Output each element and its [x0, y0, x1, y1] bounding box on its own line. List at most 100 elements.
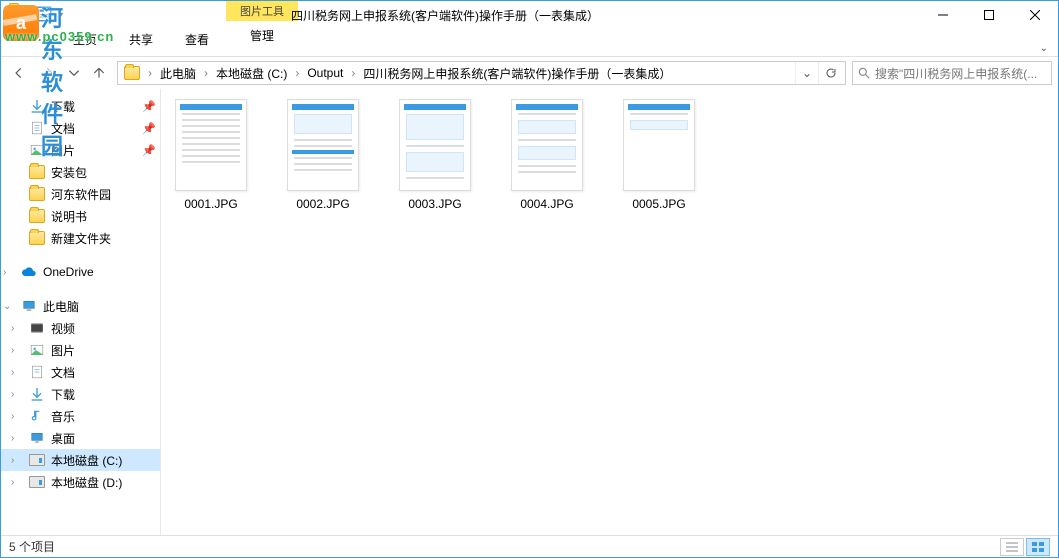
sidebar-item-label: 图片 — [51, 342, 75, 359]
expand-icon[interactable]: › — [11, 455, 14, 466]
download-icon — [29, 386, 45, 402]
expand-icon[interactable]: ⌄ — [3, 301, 11, 312]
sidebar-item-label: 音乐 — [51, 408, 75, 425]
sidebar-item-documents[interactable]: 文档 📌 — [1, 117, 160, 139]
sidebar-item-label: 文档 — [51, 120, 75, 137]
sidebar-item-videos[interactable]: › 视频 — [1, 317, 160, 339]
sidebar-item-label: 视频 — [51, 320, 75, 337]
sidebar-item-newfolder[interactable]: 新建文件夹 — [1, 227, 160, 249]
minimize-button[interactable] — [920, 1, 966, 29]
breadcrumb-output[interactable]: Output — [303, 62, 347, 84]
file-thumbnail — [623, 99, 695, 191]
file-thumbnail — [511, 99, 583, 191]
file-item[interactable]: 0003.JPG — [389, 99, 481, 211]
expand-icon[interactable]: › — [11, 411, 14, 422]
search-icon — [857, 66, 871, 80]
file-label: 0003.JPG — [408, 197, 461, 211]
nav-forward-button[interactable] — [37, 61, 61, 85]
sidebar-item-label: 河东软件园 — [51, 186, 111, 203]
navigation-pane[interactable]: 下载📌 文档 📌 图片 📌 安装包 河东软件园 说明书 新建文件夹 ›OneDriv… — [1, 89, 161, 535]
search-placeholder: 搜索"四川税务网上申报系统(... — [875, 65, 1037, 82]
maximize-button[interactable] — [966, 1, 1012, 29]
address-dropdown-icon[interactable]: ⌄ — [795, 62, 818, 84]
sidebar-item-documents2[interactable]: › 文档 — [1, 361, 160, 383]
sidebar-item-drive-d[interactable]: ›本地磁盘 (D:) — [1, 471, 160, 493]
sidebar-item-thispc[interactable]: ⌄此电脑 — [1, 295, 160, 317]
sidebar-item-pictures2[interactable]: › 图片 — [1, 339, 160, 361]
sidebar-item-music[interactable]: › 音乐 — [1, 405, 160, 427]
expand-icon[interactable]: › — [11, 477, 14, 488]
expand-icon[interactable]: › — [11, 345, 14, 356]
view-large-icons-button[interactable] — [1026, 538, 1050, 556]
file-item[interactable]: 0004.JPG — [501, 99, 593, 211]
sidebar-item-drive-c[interactable]: › 本地磁盘 (C:) — [1, 449, 160, 471]
file-item[interactable]: 0002.JPG — [277, 99, 369, 211]
sidebar-item-label: 本地磁盘 (C:) — [51, 452, 122, 469]
music-icon — [29, 408, 45, 424]
sidebar-item-pictures[interactable]: 图片 📌 — [1, 139, 160, 161]
pc-icon — [21, 298, 37, 314]
sidebar-item-label: 文档 — [51, 364, 75, 381]
download-icon — [29, 98, 45, 114]
folder-icon — [29, 186, 45, 202]
ribbon-expand-icon[interactable]: ⌄ — [1040, 43, 1048, 54]
tab-share[interactable]: 共享 — [119, 27, 163, 52]
properties-icon[interactable] — [35, 5, 53, 23]
nav-up-button[interactable] — [87, 61, 111, 85]
expand-icon[interactable]: › — [3, 267, 6, 278]
sidebar-item-hedong[interactable]: 河东软件园 — [1, 183, 160, 205]
ribbon-context-tab[interactable]: 图片工具 管理 — [226, 1, 298, 48]
tab-home[interactable]: 主页 — [63, 27, 107, 52]
breadcrumb: › 此电脑 › 本地磁盘 (C:) › Output › 四川税务网上申报系统(… — [144, 62, 675, 84]
address-bar[interactable]: › 此电脑 › 本地磁盘 (C:) › Output › 四川税务网上申报系统(… — [117, 61, 846, 85]
breadcrumb-drive[interactable]: 本地磁盘 (C:) — [212, 62, 291, 84]
sidebar-item-manual[interactable]: 说明书 — [1, 205, 160, 227]
explorer-icon[interactable] — [7, 5, 29, 23]
videos-icon — [29, 320, 45, 336]
file-label: 0002.JPG — [296, 197, 349, 211]
quick-access-toolbar: ▾ — [1, 1, 63, 23]
nav-recent-dropdown[interactable] — [67, 61, 81, 85]
pictures-icon — [29, 342, 45, 358]
search-input[interactable]: 搜索"四川税务网上申报系统(... — [852, 61, 1052, 85]
folder-icon — [29, 164, 45, 180]
breadcrumb-sep-icon[interactable]: › — [291, 62, 303, 84]
view-details-button[interactable] — [1000, 538, 1024, 556]
file-thumbnail — [175, 99, 247, 191]
expand-icon[interactable]: › — [11, 323, 14, 334]
breadcrumb-sep-icon[interactable]: › — [200, 62, 212, 84]
file-item[interactable]: 0001.JPG — [165, 99, 257, 211]
sidebar-item-downloads[interactable]: 下载📌 — [1, 95, 160, 117]
expand-icon[interactable]: › — [11, 389, 14, 400]
refresh-icon[interactable] — [818, 62, 843, 84]
window-controls — [920, 1, 1058, 29]
drive-icon — [29, 452, 45, 468]
breadcrumb-sep-icon[interactable]: › — [347, 62, 359, 84]
context-tab-label[interactable]: 管理 — [226, 21, 298, 48]
sidebar-item-install-pkg[interactable]: 安装包 — [1, 161, 160, 183]
breadcrumb-sep-icon[interactable]: › — [144, 62, 156, 84]
sidebar-item-onedrive[interactable]: ›OneDrive — [1, 261, 160, 283]
file-thumbnail — [287, 99, 359, 191]
close-button[interactable] — [1012, 1, 1058, 29]
breadcrumb-folder[interactable]: 四川税务网上申报系统(客户端软件)操作手册（一表集成） — [359, 62, 675, 84]
sidebar-item-label: 桌面 — [51, 430, 75, 447]
pin-icon: 📌 — [142, 144, 156, 157]
sidebar-item-downloads2[interactable]: ›下载 — [1, 383, 160, 405]
file-item[interactable]: 0005.JPG — [613, 99, 705, 211]
pin-icon: 📌 — [142, 122, 156, 135]
status-bar: 5 个项目 — [1, 535, 1058, 557]
breadcrumb-thispc[interactable]: 此电脑 — [156, 62, 200, 84]
qat-dropdown-icon[interactable]: ▾ — [59, 10, 63, 19]
file-list[interactable]: 0001.JPG 0002.JPG 0003.JPG 0004.JPG 0005… — [161, 89, 1058, 535]
nav-back-button[interactable] — [7, 61, 31, 85]
drive-icon — [29, 474, 45, 490]
sidebar-item-label: 图片 — [51, 142, 75, 159]
expand-icon[interactable]: › — [11, 433, 14, 444]
expand-icon[interactable]: › — [11, 367, 14, 378]
sidebar-item-desktop[interactable]: › 桌面 — [1, 427, 160, 449]
tab-view[interactable]: 查看 — [175, 27, 219, 52]
folder-icon — [29, 230, 45, 246]
sidebar-item-label: 说明书 — [51, 208, 87, 225]
titlebar: ▾ 主页 共享 查看 图片工具 管理 四川税务网上申报系统(客户端软件)操作手册… — [1, 1, 1058, 57]
